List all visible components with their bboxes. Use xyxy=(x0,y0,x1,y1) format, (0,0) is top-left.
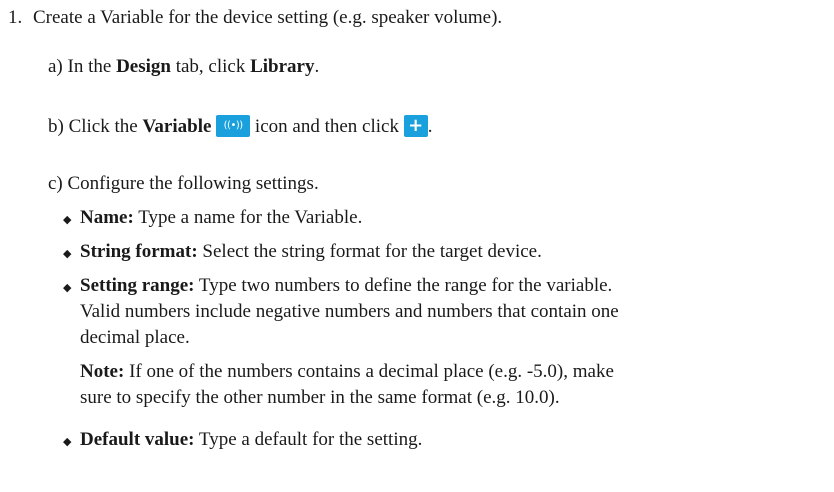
plus-icon: + xyxy=(403,114,428,137)
design-tab-ref: Design xyxy=(116,56,171,77)
substep-c: c) Configure the following settings. xyxy=(48,173,319,194)
bullet-icon: ◆ xyxy=(63,213,72,226)
variable-icon: ((•)) xyxy=(216,114,251,137)
bullet-icon: ◆ xyxy=(63,247,72,260)
note: Note: If one of the numbers contains a d… xyxy=(80,361,614,382)
step-title: Create a Variable for the device setting… xyxy=(33,7,503,28)
substep-b: b) Click the Variable ((•)) icon and the… xyxy=(48,114,433,137)
bullet-icon: ◆ xyxy=(63,435,72,448)
bullet-icon: ◆ xyxy=(63,281,72,294)
variable-ref: Variable xyxy=(142,116,212,137)
substep-a: a) In the Design tab, click Library. xyxy=(48,56,320,77)
step-number: 1. xyxy=(8,7,23,28)
document-page: 1. Create a Variable for the device sett… xyxy=(0,0,834,492)
library-ref: Library xyxy=(250,56,315,77)
